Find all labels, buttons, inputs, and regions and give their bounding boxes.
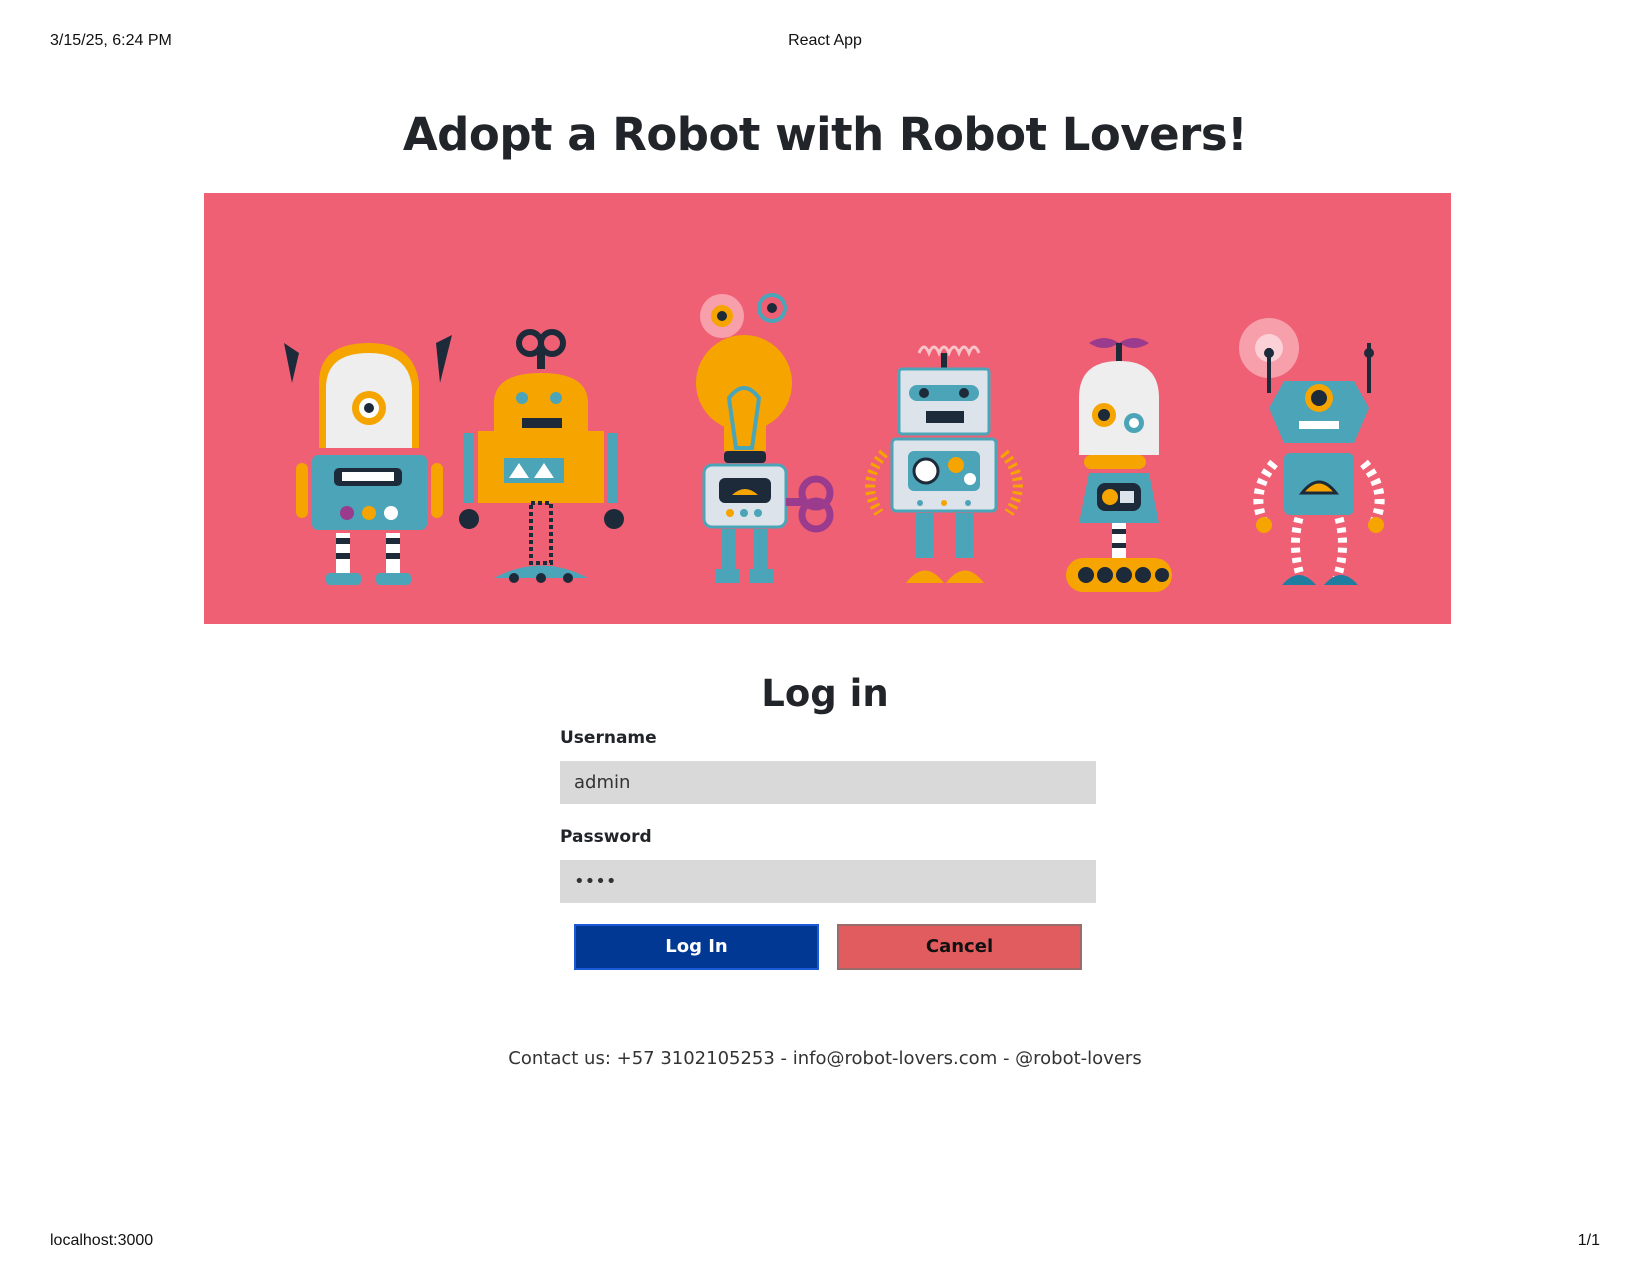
form-buttons: Log In Cancel [574,924,1082,970]
print-url: localhost:3000 [50,1232,154,1249]
username-label: Username [560,728,657,748]
robot-4 [865,345,1023,583]
robots-banner-image [204,193,1451,624]
robot-2 [459,329,624,583]
login-title: Log in [761,672,889,715]
robots-illustration [284,293,1385,592]
print-page-count: 1/1 [1577,1232,1600,1249]
page-title: Adopt a Robot with Robot Lovers! [402,108,1248,161]
robot-6 [1239,318,1385,585]
cancel-button[interactable]: Cancel [837,924,1082,970]
robot-3 [696,293,834,583]
robot-1 [284,335,452,585]
username-input[interactable]: admin [560,761,1096,804]
password-input[interactable]: •••• [560,860,1096,903]
login-form: Username admin Password •••• [560,728,1096,903]
contact-info: Contact us: +57 3102105253 - info@robot-… [508,1048,1142,1069]
login-button[interactable]: Log In [574,924,819,970]
password-label: Password [560,827,652,847]
robot-5 [1066,338,1172,592]
print-page-title: React App [788,32,862,49]
